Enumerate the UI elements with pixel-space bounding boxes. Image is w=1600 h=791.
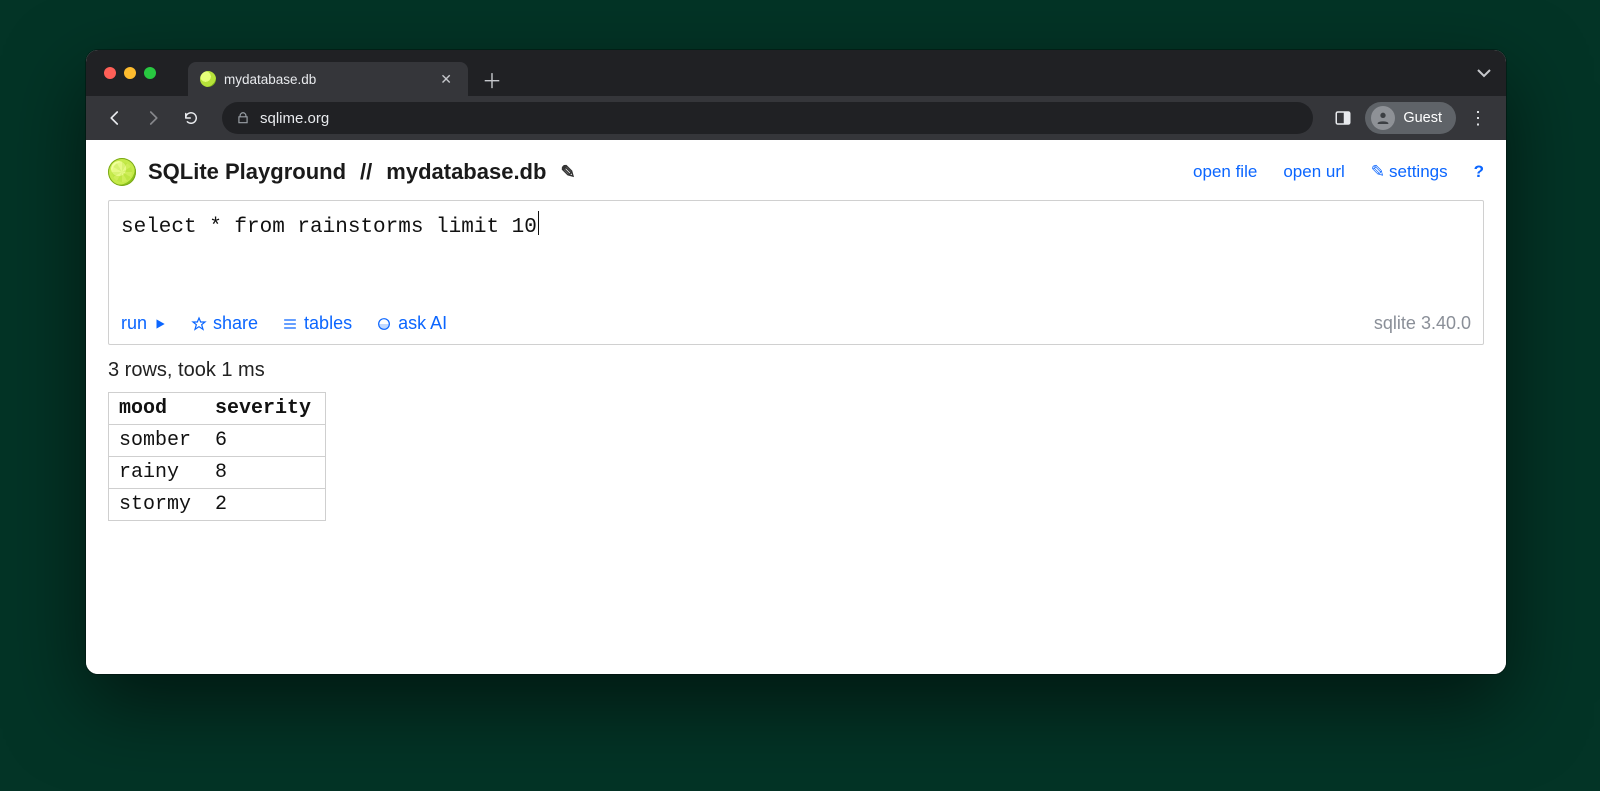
erase-icon[interactable]: ✎ [560,162,575,183]
run-button[interactable]: run [121,313,167,334]
close-tab-button[interactable]: ✕ [436,71,456,88]
result-area: 3 rows, took 1 ms moodseverity somber6ra… [108,359,1484,521]
table-cell: 2 [205,489,326,521]
header-links: open file open url ✎settings ? [1193,162,1484,182]
db-name: mydatabase.db [386,159,546,185]
sql-editor[interactable]: select * from rainstorms limit 10 [109,201,1483,311]
lock-icon [236,111,250,125]
avatar-icon [1371,106,1395,130]
table-row: somber6 [109,425,326,457]
table-cell: 6 [205,425,326,457]
title-separator: // [358,159,374,185]
table-cell: 8 [205,457,326,489]
page-viewport: SQLite Playground // mydatabase.db ✎ ope… [86,140,1506,674]
browser-menu-button[interactable]: ⋮ [1464,104,1492,132]
editor-toolbar: run share tables [109,311,1483,344]
open-url-link[interactable]: open url [1283,162,1344,182]
table-cell: rainy [109,457,206,489]
maximize-window-button[interactable] [144,67,156,79]
table-header: mood [109,393,206,425]
omnibox[interactable]: sqlime.org [222,102,1313,134]
reload-button[interactable] [176,103,206,133]
link-icon: ✎ [1371,162,1385,181]
browser-tab[interactable]: mydatabase.db ✕ [188,62,468,96]
profile-label: Guest [1403,110,1442,126]
tab-strip: mydatabase.db ✕ ＋ [86,50,1506,96]
page-title-block: SQLite Playground // mydatabase.db ✎ [108,158,576,186]
share-button[interactable]: share [191,313,258,334]
new-tab-button[interactable]: ＋ [468,62,516,96]
table-cell: somber [109,425,206,457]
result-table: moodseverity somber6rainy8stormy2 [108,392,326,521]
star-icon [191,316,207,332]
side-panel-button[interactable] [1329,104,1357,132]
minimize-window-button[interactable] [124,67,136,79]
result-status: 3 rows, took 1 ms [108,359,1484,382]
lime-icon [108,158,136,186]
help-link[interactable]: ? [1474,162,1484,182]
table-cell: stormy [109,489,206,521]
sqlite-version: sqlite 3.40.0 [1374,313,1471,334]
settings-link[interactable]: ✎settings [1371,162,1448,182]
table-header: severity [205,393,326,425]
profile-chip[interactable]: Guest [1365,102,1456,134]
globe-icon [376,316,392,332]
tab-search-button[interactable] [1476,65,1492,81]
tables-button[interactable]: tables [282,313,352,334]
lime-icon [200,71,216,87]
ask-ai-button[interactable]: ask AI [376,313,447,334]
tab-title: mydatabase.db [224,72,428,87]
back-button[interactable] [100,103,130,133]
open-file-link[interactable]: open file [1193,162,1257,182]
window-controls [100,50,162,96]
url-text: sqlime.org [260,110,329,127]
page-header: SQLite Playground // mydatabase.db ✎ ope… [108,158,1484,186]
sql-text: select * from rainstorms limit 10 [121,216,537,239]
play-icon [153,317,167,331]
text-caret [538,211,539,235]
table-row: stormy2 [109,489,326,521]
address-bar: sqlime.org Guest ⋮ [86,96,1506,140]
browser-window: mydatabase.db ✕ ＋ [86,50,1506,674]
app-title: SQLite Playground [148,159,346,185]
table-row: rainy8 [109,457,326,489]
list-icon [282,316,298,332]
close-window-button[interactable] [104,67,116,79]
sql-editor-wrap: select * from rainstorms limit 10 run sh… [108,200,1484,345]
forward-button[interactable] [138,103,168,133]
